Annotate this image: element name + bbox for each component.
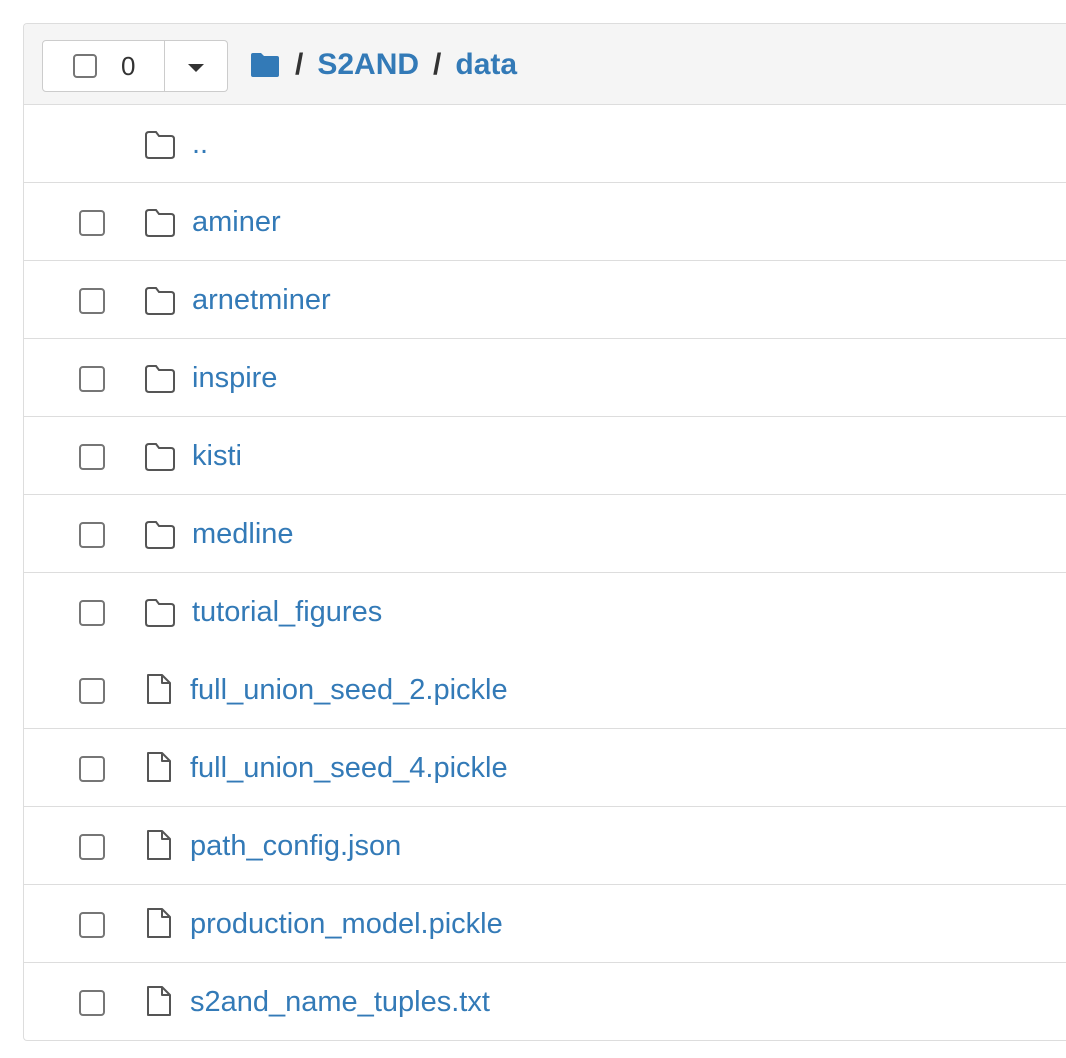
- folder-row[interactable]: kisti: [24, 417, 1066, 495]
- row-checkbox[interactable]: [79, 678, 105, 704]
- folder-icon: [145, 365, 175, 393]
- file-link[interactable]: s2and_name_tuples.txt: [190, 963, 490, 1040]
- file-browser: 0 / S2AND / data .. aminer arnetminer insp…: [23, 23, 1066, 1041]
- file-icon: [147, 986, 171, 1016]
- folder-solid-icon: [251, 52, 279, 77]
- row-checkbox[interactable]: [79, 990, 105, 1016]
- folder-link[interactable]: kisti: [192, 417, 242, 495]
- file-icon: [147, 752, 171, 782]
- row-checkbox[interactable]: [79, 600, 105, 626]
- folder-icon: [145, 131, 175, 159]
- folder-row[interactable]: inspire: [24, 339, 1066, 417]
- file-row[interactable]: full_union_seed_4.pickle: [24, 729, 1066, 807]
- folder-row[interactable]: arnetminer: [24, 261, 1066, 339]
- row-checkbox[interactable]: [79, 912, 105, 938]
- row-checkbox[interactable]: [79, 522, 105, 548]
- row-checkbox[interactable]: [79, 756, 105, 782]
- file-row[interactable]: full_union_seed_2.pickle: [24, 651, 1066, 729]
- file-link[interactable]: production_model.pickle: [190, 885, 503, 963]
- parent-directory-row[interactable]: ..: [24, 105, 1066, 183]
- folder-icon: [145, 209, 175, 237]
- file-row[interactable]: production_model.pickle: [24, 885, 1066, 963]
- folder-icon: [145, 443, 175, 471]
- select-all-group: 0: [42, 40, 228, 92]
- breadcrumb-item-s2and[interactable]: S2AND: [317, 48, 419, 82]
- selected-count: 0: [121, 50, 136, 81]
- folder-link[interactable]: aminer: [192, 183, 281, 261]
- file-icon: [147, 908, 171, 938]
- folder-link[interactable]: medline: [192, 495, 294, 573]
- file-row[interactable]: path_config.json: [24, 807, 1066, 885]
- file-link[interactable]: full_union_seed_4.pickle: [190, 729, 508, 807]
- folder-icon: [145, 521, 175, 549]
- caret-down-icon: [188, 64, 204, 72]
- folder-link[interactable]: inspire: [192, 339, 277, 417]
- folder-row[interactable]: tutorial_figures: [24, 573, 1066, 651]
- row-checkbox[interactable]: [79, 366, 105, 392]
- folder-row[interactable]: medline: [24, 495, 1066, 573]
- select-all-checkbox[interactable]: [73, 54, 97, 78]
- breadcrumb: / S2AND / data: [249, 24, 517, 105]
- file-icon: [147, 830, 171, 860]
- file-browser-header: 0 / S2AND / data: [24, 24, 1066, 105]
- breadcrumb-separator: /: [295, 47, 304, 81]
- select-dropdown-button[interactable]: [165, 40, 228, 92]
- row-checkbox[interactable]: [79, 288, 105, 314]
- breadcrumb-root[interactable]: [249, 52, 281, 78]
- file-link[interactable]: full_union_seed_2.pickle: [190, 651, 508, 729]
- file-link[interactable]: path_config.json: [190, 807, 401, 885]
- row-checkbox[interactable]: [79, 210, 105, 236]
- file-row[interactable]: s2and_name_tuples.txt: [24, 963, 1066, 1040]
- folder-row[interactable]: aminer: [24, 183, 1066, 261]
- folder-icon: [145, 599, 175, 627]
- row-checkbox[interactable]: [79, 834, 105, 860]
- folder-link[interactable]: tutorial_figures: [192, 573, 382, 651]
- select-all-button[interactable]: 0: [42, 40, 165, 92]
- breadcrumb-item-data[interactable]: data: [455, 48, 517, 82]
- breadcrumb-separator: /: [433, 47, 442, 81]
- folder-link[interactable]: arnetminer: [192, 261, 331, 339]
- row-checkbox[interactable]: [79, 444, 105, 470]
- file-icon: [147, 674, 171, 704]
- folder-icon: [145, 287, 175, 315]
- parent-directory-link[interactable]: ..: [192, 105, 208, 183]
